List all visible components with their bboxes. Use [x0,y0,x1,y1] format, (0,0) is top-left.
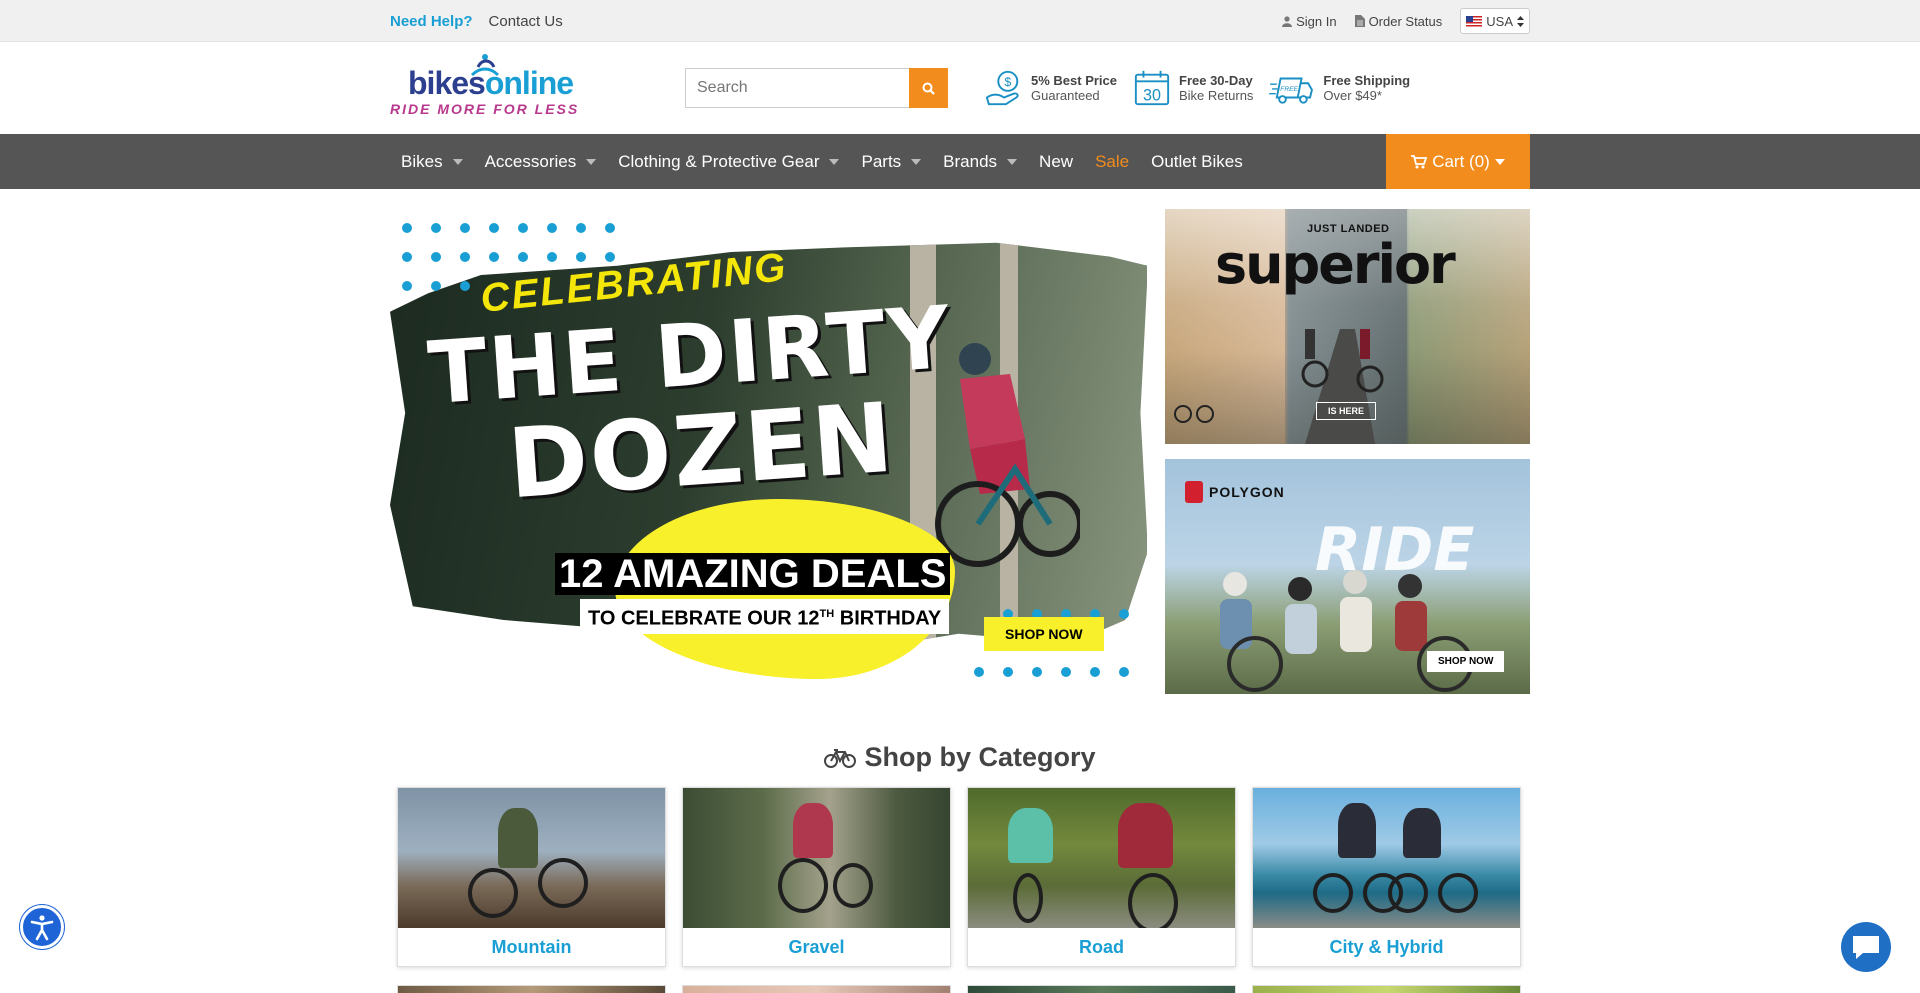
category-label: City & Hybrid [1329,937,1444,957]
chat-bubble-icon [1853,936,1879,959]
superior-brand-logo: superior [1215,233,1456,296]
bikesonline-logo[interactable]: bikesonline RIDE MORE FOR LESS [390,53,590,123]
nav-brands[interactable]: Brands [932,134,1028,189]
caret-down-icon [911,158,922,165]
account-links: Sign In Order Status USA [1282,8,1530,34]
perks-list: $ 5% Best Price Guaranteed 30 Free 30-Da… [985,69,1410,107]
superior-promo[interactable]: JUST LANDED superior IS HERE [1165,209,1530,444]
category-label: Road [1079,937,1124,957]
free-shipping-truck-icon: FREE [1269,77,1314,104]
shopping-cart-icon [1411,154,1428,168]
search-bar [685,68,948,108]
svg-text:$: $ [1004,75,1011,89]
is-here-button[interactable]: IS HERE [1316,402,1377,420]
country-selector[interactable]: USA [1460,8,1530,34]
caret-down-icon [1494,158,1505,165]
need-help-link[interactable]: Need Help? [390,13,473,30]
perk-subtitle: Bike Returns [1179,88,1254,103]
deals-headline: 12 AMAZING DEALS [555,553,951,595]
accessibility-icon [30,915,54,941]
perk-subtitle: Guaranteed [1031,88,1100,103]
bicycle-icon [824,748,857,768]
category-card-partial[interactable] [967,985,1236,993]
nav-parts[interactable]: Parts [850,134,932,189]
category-card-city-hybrid[interactable]: City & Hybrid [1252,787,1521,967]
caret-down-icon [829,158,840,165]
accessibility-button[interactable] [20,905,64,949]
dozen-text: DOZEN [504,381,899,521]
us-flag-icon [1466,15,1483,27]
order-status-link[interactable]: Order Status [1354,13,1443,29]
perk-free-shipping[interactable]: FREE Free Shipping Over $49* [1269,69,1410,107]
polygon-brand-logo: POLYGON [1185,481,1285,503]
nav-bikes[interactable]: Bikes [390,134,474,189]
sign-in-label: Sign In [1296,13,1337,29]
perk-subtitle: Over $49* [1323,88,1382,103]
hero-shop-now-button[interactable]: SHOP NOW [984,617,1104,651]
user-icon [1282,15,1293,27]
city-hybrid-photo [1253,788,1520,928]
perk-best-price[interactable]: $ 5% Best Price Guaranteed [985,69,1117,107]
category-grid: Mountain Gravel Road City & Hybrid [397,787,1530,967]
order-status-label: Order Status [1368,13,1443,29]
nav-outlet-bikes[interactable]: Outlet Bikes [1140,134,1254,189]
birthday-subline: TO CELEBRATE OUR 12TH BIRTHDAY [580,599,950,634]
category-card-gravel[interactable]: Gravel [682,787,951,967]
shop-by-category-heading: Shop by Category [390,742,1530,773]
road-photo [968,788,1235,928]
polygon-promo[interactable]: POLYGON RIDE SHOP NOW [1165,459,1530,694]
cart-button[interactable]: Cart (0) [1386,134,1530,189]
side-promos: JUST LANDED superior IS HERE POLYGON RID… [1165,209,1530,694]
live-chat-button[interactable] [1841,922,1891,972]
perk-title: Free Shipping [1323,73,1411,88]
caret-down-icon [1007,158,1018,165]
select-arrows-icon [1517,15,1524,27]
site-header: bikesonline RIDE MORE FOR LESS $ 5% Best… [0,42,1920,134]
category-card-partial[interactable] [682,985,951,993]
search-input[interactable] [685,68,909,108]
caret-down-icon [452,158,463,165]
category-label: Gravel [788,937,845,957]
document-icon [1354,15,1365,27]
cart-label: Cart (0) [1432,151,1490,171]
category-label: Mountain [491,937,572,957]
nav-sale[interactable]: Sale [1084,134,1140,189]
perk-title: Free 30-Day [1179,73,1253,88]
country-label: USA [1486,13,1513,29]
nav-clothing[interactable]: Clothing & Protective Gear [607,134,850,189]
top-bar: Need Help? Contact Us Sign In Order Stat… [0,0,1920,42]
category-card-road[interactable]: Road [967,787,1236,967]
logo-tagline: RIDE MORE FOR LESS [390,101,580,117]
main-nav: Bikes Accessories Clothing & Protective … [0,134,1920,189]
svg-text:30: 30 [1143,86,1161,104]
sign-in-link[interactable]: Sign In [1282,13,1337,29]
polygon-mark-icon [1185,481,1203,503]
perk-title: 5% Best Price [1031,73,1117,88]
gravel-photo [683,788,950,928]
contact-us-link[interactable]: Contact Us [489,13,563,30]
nav-accessories[interactable]: Accessories [474,134,608,189]
caret-down-icon [586,158,597,165]
calendar-30-icon: 30 [1134,70,1170,106]
svg-text:FREE: FREE [1281,86,1299,93]
category-card-partial[interactable] [1252,985,1521,993]
category-card-mountain[interactable]: Mountain [397,787,666,967]
polygon-shop-now-button[interactable]: SHOP NOW [1427,651,1505,672]
dirty-dozen-banner[interactable]: CELEBRATING THE DIRTY DOZEN 12 AMAZING D… [390,209,1147,689]
perk-free-returns[interactable]: 30 Free 30-Day Bike Returns [1133,69,1253,107]
hero-section: CELEBRATING THE DIRTY DOZEN 12 AMAZING D… [390,209,1530,694]
price-guarantee-icon: $ [985,70,1019,106]
mountain-photo [398,788,665,928]
nav-new[interactable]: New [1028,134,1084,189]
search-button[interactable] [909,68,948,108]
category-card-partial[interactable] [397,985,666,993]
logo-wordmark: bikesonline [408,65,574,101]
category-grid-row-2 [397,985,1530,993]
search-icon [922,82,935,95]
